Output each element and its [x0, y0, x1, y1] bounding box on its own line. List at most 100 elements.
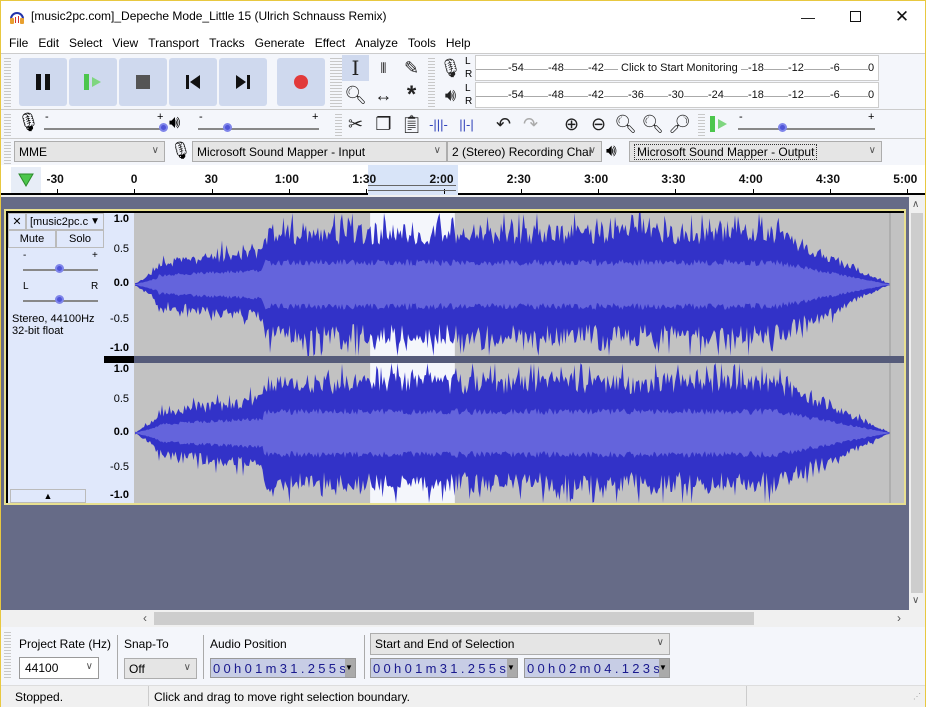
trim-audio-button[interactable]: -|||-	[425, 111, 452, 137]
skip-to-start-button[interactable]	[169, 58, 217, 106]
draw-tool-button[interactable]: ✎	[398, 55, 425, 81]
channel-left-scale[interactable]: 1.0 0.5 0.0 -0.5 -1.0	[104, 213, 134, 356]
snap-to-select[interactable]: Off ∨	[124, 658, 197, 679]
audio-host-select[interactable]: MME ∨	[14, 141, 165, 162]
horizontal-scroll-thumb[interactable]	[154, 612, 754, 625]
horizontal-scrollbar[interactable]: ‹ ›	[1, 610, 925, 627]
silence-audio-button[interactable]: ||-|	[453, 111, 480, 137]
close-button[interactable]: ✕	[879, 1, 925, 32]
menu-view[interactable]: View	[107, 36, 143, 50]
playback-meter-tick: -36	[628, 89, 644, 101]
scroll-down-icon[interactable]: ∨	[912, 595, 919, 606]
output-device-select[interactable]: Microsoft Sound Mapper - Output ∨	[629, 141, 882, 162]
minimize-button[interactable]: —	[785, 1, 831, 32]
menu-help[interactable]: Help	[441, 36, 476, 50]
menu-analyze[interactable]: Analyze	[350, 36, 403, 50]
pause-button[interactable]	[19, 58, 67, 106]
menu-file[interactable]: File	[4, 36, 33, 50]
zoom-toggle-button[interactable]: 🔎︎	[666, 111, 693, 137]
pencil-icon: ✎	[403, 57, 420, 78]
menu-tools[interactable]: Tools	[403, 36, 441, 50]
project-rate-select[interactable]: 44100 ∨	[19, 657, 99, 679]
stop-button[interactable]	[119, 58, 167, 106]
device-toolbar-grip[interactable]	[4, 140, 11, 164]
tools-toolbar-grip[interactable]	[335, 56, 342, 108]
selection-tool-button[interactable]: I	[342, 55, 369, 81]
menu-edit[interactable]: Edit	[33, 36, 64, 50]
multi-tool-button[interactable]: *	[398, 81, 425, 108]
selection-toolbar-grip[interactable]	[4, 630, 11, 680]
record-meter-button[interactable]: 🎙︎	[437, 55, 464, 81]
recording-channels-select[interactable]: 2 (Stereo) Recording Chai ∨	[447, 141, 602, 162]
selection-end-field[interactable]: 00h02m04.123s ▼	[524, 658, 670, 678]
play-button[interactable]	[69, 58, 117, 106]
scroll-right-icon[interactable]: ›	[897, 611, 901, 625]
zoom-tool-button[interactable]: 🔍︎	[342, 82, 369, 108]
mute-button[interactable]: Mute	[8, 230, 56, 248]
audio-position-field[interactable]: 00h01m31.255s ▼	[210, 658, 356, 678]
play-at-speed-button[interactable]	[705, 111, 732, 137]
paste-button[interactable]: 📋︎	[398, 111, 425, 137]
envelope-tool-button[interactable]: ⫴	[370, 55, 397, 81]
play-at-speed-grip[interactable]	[698, 112, 705, 138]
dropdown-arrow-icon[interactable]: ▼	[345, 659, 355, 677]
scroll-up-icon[interactable]: ∧	[912, 199, 919, 210]
cut-button[interactable]: ✂	[342, 111, 369, 137]
channel-right-scale[interactable]: 1.0 0.5 0.0 -0.5 -1.0	[104, 363, 134, 503]
vertical-scrollbar[interactable]: ∧ ∨	[909, 197, 925, 610]
vertical-scroll-thumb[interactable]	[911, 213, 923, 593]
fit-project-button[interactable]: 🔍︎	[639, 111, 666, 137]
record-volume-thumb[interactable]	[159, 123, 168, 132]
track-close-button[interactable]: ✕	[8, 213, 26, 230]
separator	[364, 635, 365, 679]
fit-selection-button[interactable]: 🔍︎	[612, 111, 639, 137]
edit-toolbar-grip[interactable]	[335, 112, 342, 138]
collapse-track-button[interactable]: ▲	[10, 489, 86, 503]
selection-start-field[interactable]: 00h01m31.255s ▼	[370, 658, 518, 678]
start-monitoring-label[interactable]: Click to Start Monitoring	[618, 62, 741, 74]
solo-button[interactable]: Solo	[56, 230, 104, 248]
menu-transport[interactable]: Transport	[143, 36, 204, 50]
skip-to-end-button[interactable]	[219, 58, 267, 106]
time-shift-tool-button[interactable]: ↔	[370, 82, 397, 108]
maximize-button[interactable]	[832, 1, 878, 32]
playback-meter[interactable]: -54 -48 -42 -36 -30 -24 -18 -12 -6 0	[475, 82, 879, 108]
playback-volume-thumb[interactable]	[223, 123, 233, 132]
selection-range-indicator[interactable]	[368, 185, 456, 191]
menu-tracks[interactable]: Tracks	[204, 36, 250, 50]
gain-thumb[interactable]	[55, 264, 64, 273]
waveform-left-channel[interactable]	[134, 213, 904, 356]
scroll-left-icon[interactable]: ‹	[143, 611, 147, 625]
mixer-toolbar-grip[interactable]	[4, 112, 11, 138]
play-speed-slider[interactable]	[738, 128, 875, 130]
dropdown-arrow-icon[interactable]: ▼	[507, 659, 517, 677]
double-arrow-icon: ↔	[374, 84, 393, 105]
record-button[interactable]	[277, 58, 325, 106]
waveform-right-channel[interactable]	[134, 363, 904, 503]
playback-meter-tick: -30	[668, 89, 684, 101]
meter-toolbar-grip[interactable]	[428, 56, 435, 108]
redo-button[interactable]: ↷	[517, 111, 544, 137]
dropdown-arrow-icon[interactable]: ▼	[659, 659, 669, 677]
resize-grip-icon[interactable]: ⋰	[913, 692, 921, 701]
track-menu-button[interactable]: [music2pc.c ▼	[26, 213, 104, 230]
selection-mode-select[interactable]: Start and End of Selection ∨	[370, 633, 670, 655]
menu-generate[interactable]: Generate	[250, 36, 310, 50]
record-meter[interactable]: -54 -48 -42 Click to Start Monitoring -1…	[475, 55, 879, 81]
playback-meter-button[interactable]: 🔊︎	[437, 82, 464, 108]
timeline-ruler[interactable]: -30 0 30 1:00 1:30 2:00 2:30 3:00 3:30 4:00 4:30 5:…	[1, 165, 925, 195]
record-volume-slider[interactable]	[44, 128, 164, 130]
undo-button[interactable]: ↶	[490, 111, 517, 137]
menu-effect[interactable]: Effect	[310, 36, 350, 50]
input-device-select[interactable]: Microsoft Sound Mapper - Input ∨	[192, 141, 447, 162]
scale-label: 1.0	[113, 363, 129, 375]
pinned-play-head-button[interactable]	[11, 167, 41, 193]
menu-select[interactable]: Select	[64, 36, 107, 50]
play-speed-thumb[interactable]	[778, 123, 788, 132]
zoom-in-button[interactable]: ⊕	[558, 111, 585, 137]
transport-toolbar-grip[interactable]	[4, 56, 11, 108]
zoom-out-button[interactable]: ⊖	[585, 111, 612, 137]
playback-volume-slider[interactable]	[198, 128, 319, 130]
pan-thumb[interactable]	[55, 295, 64, 304]
copy-button[interactable]: ❐	[370, 111, 397, 137]
